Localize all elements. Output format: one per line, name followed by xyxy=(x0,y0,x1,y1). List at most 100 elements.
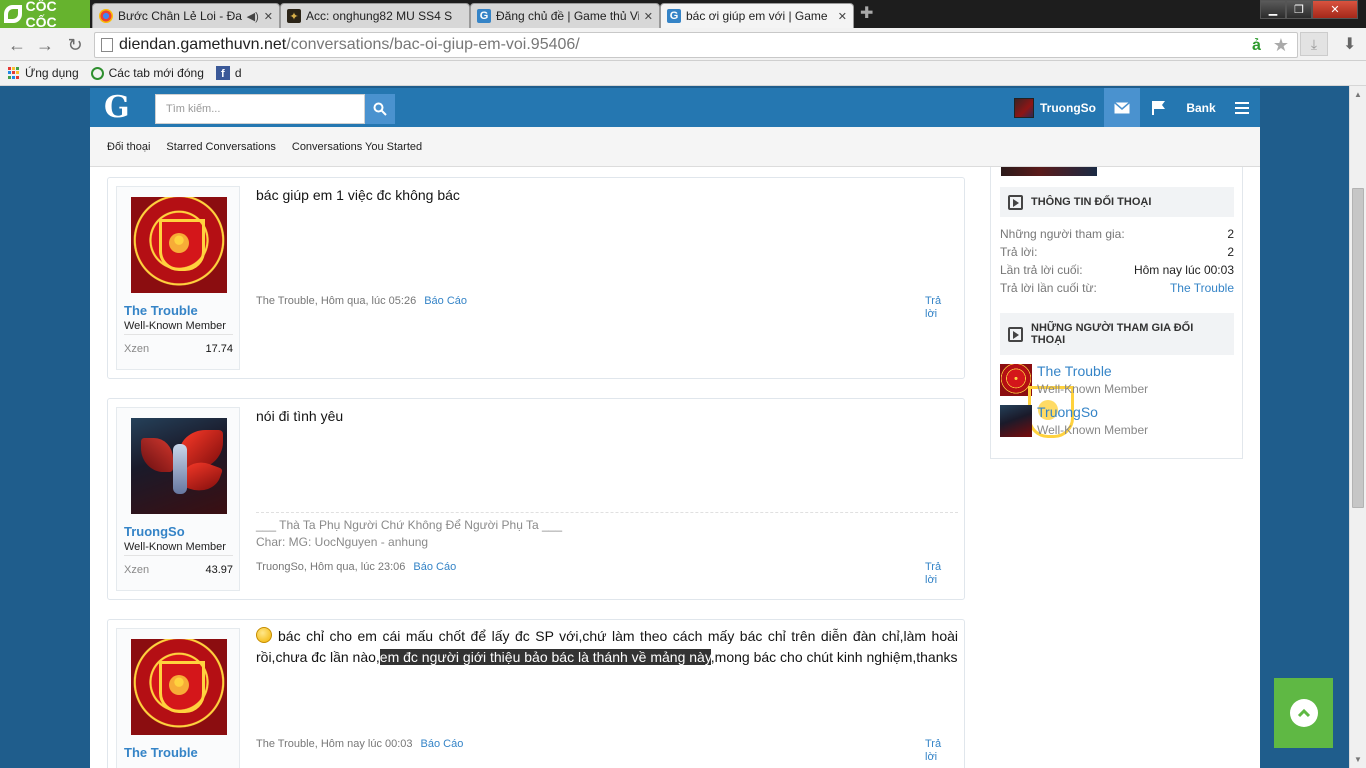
address-bar[interactable]: diendan.gamethuvn.net /conversations/bac… xyxy=(94,32,1298,58)
bookmark-recent-tabs[interactable]: Các tab mới đóng xyxy=(90,66,204,80)
hamburger-icon xyxy=(1235,101,1249,114)
participants-block-title: NHỮNG NGƯỜI THAM GIA ĐỐI THOẠI xyxy=(1031,322,1194,346)
back-to-top-button[interactable] xyxy=(1274,678,1333,748)
user-stat: Xzen 17.74 xyxy=(124,334,233,355)
report-link[interactable]: Báo Cáo xyxy=(413,561,456,573)
forward-icon[interactable]: → xyxy=(34,34,56,56)
browser-tab-1[interactable]: Bước Chân Lẻ Loi - Đan ◀) ✕ xyxy=(92,3,280,28)
tab-close-icon[interactable]: ✕ xyxy=(644,10,653,23)
page-scrollbar[interactable]: ▲ ▼ xyxy=(1349,86,1366,768)
browser-tab-3[interactable]: G Đăng chủ đề | Game thủ Vi ✕ xyxy=(470,3,660,28)
apps-icon xyxy=(8,67,20,79)
chevron-up-icon xyxy=(1289,699,1318,727)
participant-name[interactable]: The Trouble xyxy=(1037,363,1112,379)
site-logo[interactable]: G xyxy=(104,90,130,125)
subnav-started[interactable]: Conversations You Started xyxy=(292,141,422,153)
avatar[interactable] xyxy=(1000,405,1032,437)
reply-link[interactable]: Trả lời xyxy=(925,738,945,764)
participant-name[interactable]: TruongSo xyxy=(1037,404,1098,420)
message-user-info: TruongSo Well-Known Member Xzen 43.97 xyxy=(116,407,240,591)
tab-close-icon[interactable]: ✕ xyxy=(838,10,847,23)
bookmark-label: Các tab mới đóng xyxy=(108,66,204,80)
user-stat: Xzen 43.97 xyxy=(124,555,233,576)
reply-link[interactable]: Trả lời xyxy=(925,561,945,587)
back-icon[interactable]: ← xyxy=(6,34,28,56)
info-row: Trả lời lần cuối từ: The Trouble xyxy=(1000,281,1234,295)
tab-title: bác ơi giúp em với | Game xyxy=(686,9,828,23)
reload-icon[interactable]: ↻ xyxy=(64,34,86,56)
avatar[interactable] xyxy=(131,639,227,735)
last-replier-link[interactable]: The Trouble xyxy=(1170,281,1234,295)
maximize-icon[interactable]: ❐ xyxy=(1286,0,1312,19)
message-meta: The Trouble, Hôm nay lúc 00:03 Báo Cáo xyxy=(256,738,463,750)
save-video-icon[interactable]: ⤓ xyxy=(1300,32,1328,56)
bookmark-facebook[interactable]: f d xyxy=(215,66,242,80)
bookmark-apps[interactable]: Ứng dụng xyxy=(8,66,79,80)
inbox-button[interactable] xyxy=(1104,88,1140,127)
stat-value: 43.97 xyxy=(205,564,233,576)
bookmarks-bar: Ứng dụng Các tab mới đóng f d xyxy=(0,61,1366,86)
message-2: TruongSo Well-Known Member Xzen 43.97 nó… xyxy=(107,398,965,600)
signature-divider xyxy=(256,512,958,513)
browser-tab-bar: CỐC CỐC Bước Chân Lẻ Loi - Đan ◀) ✕ ✦ Ac… xyxy=(0,0,1366,30)
user-menu[interactable]: TruongSo xyxy=(1014,98,1096,118)
main-content: The Trouble Well-Known Member Xzen 17.74… xyxy=(90,167,1260,768)
signature-line-2: Char: MG: UocNguyen - anhung xyxy=(256,535,429,549)
tab-title: Acc: onghung82 MU SS4 S xyxy=(306,9,453,23)
message-text: bác chỉ cho em cái mấu chốt để lấy đc SP… xyxy=(256,626,958,668)
scroll-up-icon[interactable]: ▲ xyxy=(1354,90,1362,99)
flag-icon xyxy=(1151,101,1165,115)
close-window-icon[interactable]: ✕ xyxy=(1312,0,1358,19)
message-1: The Trouble Well-Known Member Xzen 17.74… xyxy=(107,177,965,379)
message-3: The Trouble bác chỉ cho em cái mấu chốt … xyxy=(107,619,965,768)
browser-tab-2[interactable]: ✦ Acc: onghung82 MU SS4 S xyxy=(280,3,470,28)
star-icon[interactable]: ★ xyxy=(1273,35,1289,56)
info-block-header: THÔNG TIN ĐỐI THOẠI xyxy=(1000,187,1234,217)
message-meta-text: The Trouble, Hôm nay lúc 00:03 xyxy=(256,738,413,750)
gamethu-favicon-icon: G xyxy=(667,9,681,23)
collapse-icon[interactable] xyxy=(1008,194,1023,210)
collapse-icon[interactable] xyxy=(1008,326,1023,342)
avatar[interactable] xyxy=(131,418,227,514)
info-value: 2 xyxy=(1227,245,1234,259)
search-input[interactable]: Tìm kiếm... xyxy=(155,94,365,124)
author-name[interactable]: The Trouble xyxy=(124,303,198,318)
alerts-button[interactable] xyxy=(1142,88,1174,127)
scroll-down-icon[interactable]: ▼ xyxy=(1354,755,1362,764)
report-link[interactable]: Báo Cáo xyxy=(424,295,467,307)
scroll-thumb[interactable] xyxy=(1352,188,1364,508)
new-tab-icon[interactable]: ✚ xyxy=(860,6,878,22)
message-text: nói đi tình yêu xyxy=(256,408,344,424)
site-header: G Tìm kiếm... TruongSo Bank xyxy=(90,88,1260,127)
search-button[interactable] xyxy=(365,94,395,124)
author-name[interactable]: The Trouble xyxy=(124,745,198,760)
user-title: Well-Known Member xyxy=(124,541,226,553)
browser-brand[interactable]: CỐC CỐC xyxy=(0,0,90,30)
bank-link[interactable]: Bank xyxy=(1180,88,1222,127)
page-viewport: G Tìm kiếm... TruongSo Bank Đối thoại St… xyxy=(0,86,1349,768)
tab-title: Đăng chủ đề | Game thủ Vi xyxy=(496,9,639,23)
stat-value: 17.74 xyxy=(205,343,233,355)
user-title: Well-Known Member xyxy=(124,320,226,332)
minimize-icon[interactable]: ▁ xyxy=(1260,0,1286,19)
info-block-title: THÔNG TIN ĐỐI THOẠI xyxy=(1031,196,1152,208)
recent-tabs-icon xyxy=(90,66,104,80)
sidebar-image-strip xyxy=(1001,167,1097,176)
author-name[interactable]: TruongSo xyxy=(124,524,185,539)
browser-tab-4-active[interactable]: G bác ơi giúp em với | Game ✕ xyxy=(660,3,854,28)
subnav-conversations[interactable]: Đối thoại xyxy=(107,141,150,153)
subnav-starred[interactable]: Starred Conversations xyxy=(166,141,275,153)
avatar[interactable] xyxy=(131,197,227,293)
coccoc-dictionary-icon[interactable]: ả xyxy=(1252,37,1261,55)
avatar[interactable] xyxy=(1000,364,1074,438)
download-icon[interactable]: ⬇ xyxy=(1343,34,1356,54)
mu-favicon-icon: ✦ xyxy=(287,9,301,23)
message-meta: The Trouble, Hôm qua, lúc 05:26 Báo Cáo xyxy=(256,295,467,307)
message-meta-text: The Trouble, Hôm qua, lúc 05:26 xyxy=(256,295,417,307)
menu-button[interactable] xyxy=(1228,88,1256,127)
reply-link[interactable]: Trả lời xyxy=(925,295,945,321)
audio-icon[interactable]: ◀) xyxy=(247,10,259,23)
tab-close-icon[interactable]: ✕ xyxy=(264,10,273,23)
conversation-subnav: Đối thoại Starred Conversations Conversa… xyxy=(90,127,1260,167)
report-link[interactable]: Báo Cáo xyxy=(421,738,464,750)
